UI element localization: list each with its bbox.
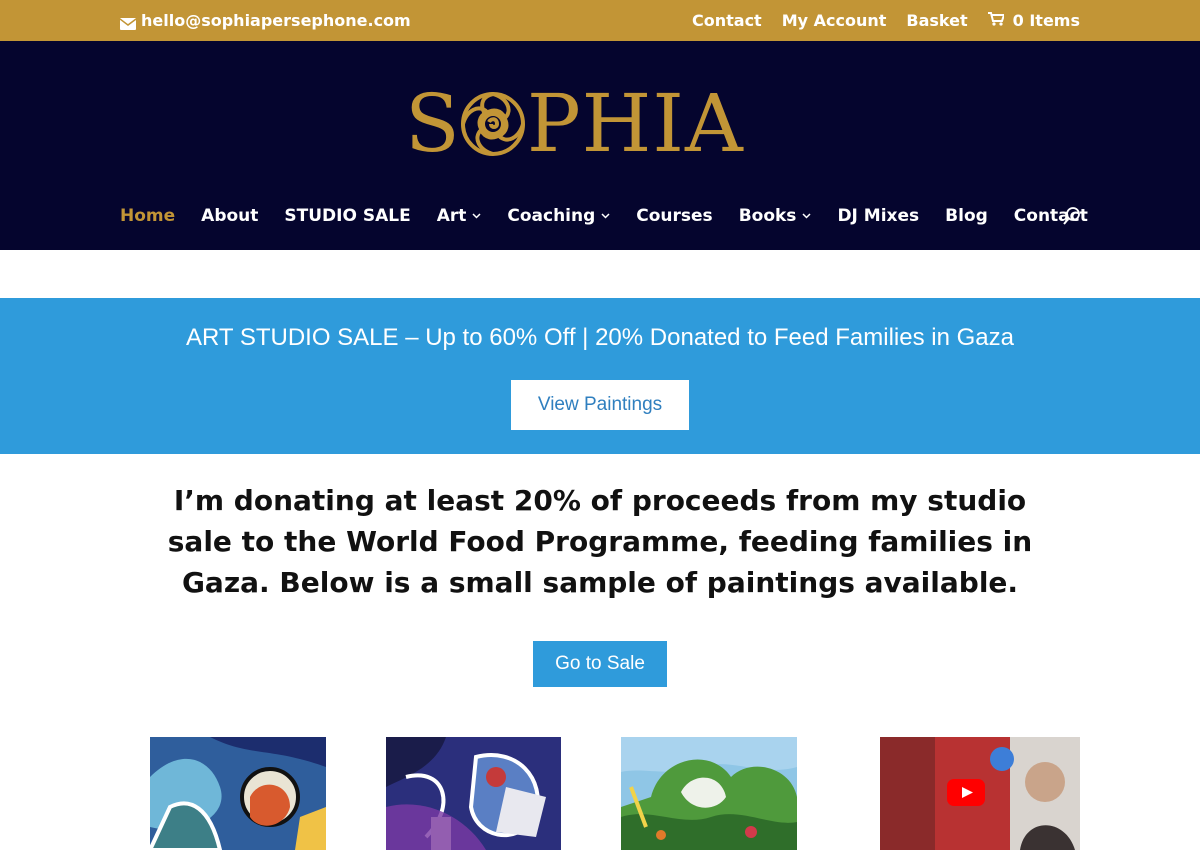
landscape-painting-image bbox=[621, 737, 797, 850]
nav-item-art[interactable]: Art bbox=[437, 206, 482, 226]
site-logo[interactable]: S PHIA bbox=[405, 84, 744, 164]
logo-text-right: PHIA bbox=[526, 77, 744, 170]
cart-icon bbox=[987, 11, 1006, 30]
nav-item-about[interactable]: About bbox=[201, 206, 258, 226]
nav-label: Home bbox=[120, 206, 176, 226]
chevron-down-icon bbox=[472, 213, 481, 219]
chevron-down-icon bbox=[601, 213, 610, 219]
nav-item-dj-mixes[interactable]: DJ Mixes bbox=[837, 206, 919, 226]
rose-icon bbox=[460, 91, 525, 156]
nav-label: Coaching bbox=[507, 206, 596, 226]
painting-thumbnail-2[interactable] bbox=[386, 737, 561, 850]
nav-label: Books bbox=[738, 206, 797, 226]
painting-thumbnail-1[interactable] bbox=[150, 737, 326, 850]
play-icon[interactable] bbox=[947, 779, 985, 806]
nav-item-courses[interactable]: Courses bbox=[636, 206, 712, 226]
intro-text: I’m donating at least 20% of proceeds fr… bbox=[167, 484, 1033, 599]
sale-banner: ART STUDIO SALE – Up to 60% Off | 20% Do… bbox=[0, 298, 1200, 454]
go-to-sale-button[interactable]: Go to Sale bbox=[533, 641, 667, 687]
search-icon[interactable] bbox=[1062, 206, 1082, 226]
top-link-contact[interactable]: Contact bbox=[692, 11, 762, 30]
nav-item-books[interactable]: Books bbox=[739, 206, 812, 226]
top-link-basket[interactable]: Basket bbox=[906, 11, 967, 30]
nav-label: About bbox=[201, 206, 259, 226]
top-bar: hello@sophiapersephone.com Contact My Ac… bbox=[0, 0, 1200, 41]
cart-count: 0 Items bbox=[1012, 11, 1080, 30]
nav-label: Courses bbox=[636, 206, 713, 226]
nav-item-home[interactable]: Home bbox=[120, 206, 175, 226]
nav-label: Blog bbox=[945, 206, 988, 226]
view-paintings-button[interactable]: View Paintings bbox=[511, 380, 689, 430]
cart-link[interactable]: 0 Items bbox=[987, 11, 1080, 30]
nav-label: DJ Mixes bbox=[837, 206, 920, 226]
site-header: S PHIA Home About STUDIO SALE Art Coachi… bbox=[0, 41, 1200, 250]
nav-item-studio-sale[interactable]: STUDIO SALE bbox=[284, 206, 410, 226]
nav-item-blog[interactable]: Blog bbox=[945, 206, 988, 226]
abstract-painting-image bbox=[386, 737, 561, 850]
envelope-icon bbox=[119, 15, 137, 30]
nav-item-coaching[interactable]: Coaching bbox=[507, 206, 610, 226]
nav-label: STUDIO SALE bbox=[284, 206, 411, 226]
banner-title: ART STUDIO SALE – Up to 60% Off | 20% Do… bbox=[186, 324, 1014, 351]
logo-text-left: S bbox=[405, 77, 461, 170]
video-thumbnail[interactable] bbox=[880, 737, 1080, 850]
top-link-my-account[interactable]: My Account bbox=[782, 11, 887, 30]
abstract-painting-image bbox=[150, 737, 326, 850]
email-text: hello@sophiapersephone.com bbox=[141, 11, 411, 30]
email-link[interactable]: hello@sophiapersephone.com bbox=[119, 11, 411, 30]
chevron-down-icon bbox=[802, 213, 811, 219]
main-nav: Home About STUDIO SALE Art Coaching Cour… bbox=[120, 203, 1088, 229]
painting-thumbnail-3[interactable] bbox=[621, 737, 797, 850]
nav-label: Art bbox=[436, 206, 467, 226]
